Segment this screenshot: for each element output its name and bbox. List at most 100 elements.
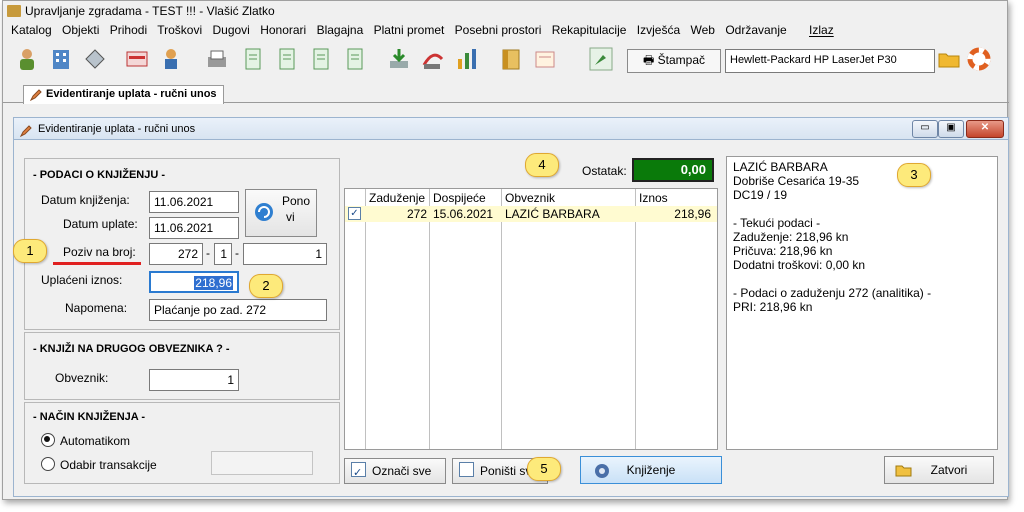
print-money-icon[interactable] (205, 47, 229, 71)
uplaceni-label: Uplaćeni iznos: (41, 273, 123, 287)
poziv-part-2[interactable]: 1 (214, 243, 232, 265)
uplaceni-iznos-value: 218,96 (194, 276, 233, 290)
napomena-input[interactable]: Plaćanje po zad. 272 (149, 299, 327, 321)
datum-knjizenja-label: Datum knjiženja: (41, 193, 130, 207)
printer-icon: 🖶 (642, 53, 655, 67)
app-window: Upravljanje zgradama - TEST !!! - Vlašić… (2, 0, 1009, 500)
ponovi-label-1: Pono (282, 194, 311, 208)
person-icon[interactable] (15, 47, 39, 71)
close-button[interactable]: ✕ (966, 120, 1004, 138)
menu-prihodi[interactable]: Prihodi (110, 23, 147, 37)
radio-odabir-label: Odabir transakcije (60, 458, 157, 472)
knjizenje-button[interactable]: Knjiženje (580, 456, 722, 484)
radio-odabir[interactable]: Odabir transakcije (41, 457, 157, 472)
maximize-button[interactable]: ▣ (938, 120, 964, 138)
table-row[interactable]: ✓ 272 15.06.2021 LAZIĆ BARBARA 218,96 (345, 206, 717, 222)
uplaceni-iznos-input[interactable]: 218,96 (149, 271, 239, 293)
menu-web[interactable]: Web (691, 23, 715, 37)
menu-posebni-prostori[interactable]: Posebni prostori (455, 23, 542, 37)
info-line: Dodatni troškovi: 0,00 kn (733, 258, 866, 272)
info-line: - Podaci o zaduženju 272 (analitika) - (733, 286, 932, 300)
oznaci-sve-label: Označi sve (372, 464, 432, 478)
menu-katalog[interactable]: Katalog (11, 23, 52, 37)
menu-rekapitulacije[interactable]: Rekapitulacije (552, 23, 627, 37)
cell-obveznik: LAZIĆ BARBARA (505, 207, 600, 221)
ponovi-label-2: vi (286, 210, 295, 224)
podaci-header: - PODACI O KNJIŽENJU - (33, 169, 166, 181)
document2-icon[interactable] (275, 47, 299, 71)
notebook-icon[interactable] (533, 47, 557, 71)
folder-open-icon (895, 461, 913, 488)
transfer-icon[interactable] (421, 47, 445, 71)
datum-knjizenja-input[interactable]: 11.06.2021 (149, 191, 239, 213)
col-line (365, 189, 366, 449)
form-title: Evidentiranje uplata - ručni unos (38, 123, 196, 135)
window-titlebar: Upravljanje zgradama - TEST !!! - Vlašić… (7, 3, 275, 19)
poziv-label: Poziv na broj: (63, 245, 136, 259)
menu-odrzavanje[interactable]: Održavanje (725, 23, 786, 37)
oznaci-sve-button[interactable]: ✓ Označi sve (344, 458, 446, 484)
minimize-button[interactable]: ▭ (912, 120, 938, 138)
info-line: Zaduženje: 218,96 kn (733, 230, 849, 244)
callout-4: 4 (525, 153, 559, 177)
info-line: Pričuva: 218,96 kn (733, 244, 833, 258)
menu-objekti[interactable]: Objekti (62, 23, 99, 37)
info-line: Dobriše Cesarića 19-35 (733, 174, 860, 188)
form-titlebar: Evidentiranje uplata - ručni unos ▭ ▣ ✕ (14, 118, 1008, 140)
menu-troskovi[interactable]: Troškovi (157, 23, 202, 37)
checkbox-checked-icon: ✓ (351, 462, 366, 479)
obveznik-input[interactable]: 1 (149, 369, 239, 391)
ponovi-button[interactable]: Pono vi (245, 189, 317, 237)
radio-automatikom[interactable]: Automatikom (41, 433, 130, 448)
chart-icon[interactable] (455, 47, 479, 71)
brush-icon[interactable] (589, 47, 613, 71)
form-window: Evidentiranje uplata - ručni unos ▭ ▣ ✕ … (13, 117, 1009, 497)
menu-izlaz[interactable]: Izlaz (809, 23, 834, 37)
menu-platni-promet[interactable]: Platni promet (374, 23, 445, 37)
row-checkbox[interactable]: ✓ (348, 207, 361, 220)
info-panel: LAZIĆ BARBARA Dobriše Cesarića 19-35 DC1… (726, 156, 998, 450)
menu-izvjesca[interactable]: Izvješća (637, 23, 680, 37)
menu-blagajna[interactable]: Blagajna (317, 23, 364, 37)
menu-dugovi[interactable]: Dugovi (212, 23, 249, 37)
folder-icon[interactable] (937, 47, 961, 71)
radio-automatikom-label: Automatikom (60, 434, 131, 448)
col-line (429, 189, 430, 449)
menu-honorari[interactable]: Honorari (260, 23, 306, 37)
stampac-label: Štampač (657, 53, 706, 67)
podaci-group: - PODACI O KNJIŽENJU - Datum knjiženja: … (24, 158, 340, 330)
document3-icon[interactable] (309, 47, 333, 71)
callout-1: 1 (13, 239, 47, 263)
ostatak-value: 0,00 (632, 158, 714, 182)
binder-icon[interactable] (499, 47, 523, 71)
download-icon[interactable] (387, 47, 411, 71)
col-line (501, 189, 502, 449)
checkbox-empty-icon (459, 462, 474, 477)
zaduzenja-table: Zaduženje Dospijeće Obveznik Iznos ✓ 272… (344, 188, 718, 450)
radio-off-icon (41, 457, 55, 471)
card-icon[interactable] (125, 47, 149, 71)
tag-icon[interactable] (83, 47, 107, 71)
refresh-icon (254, 202, 274, 230)
radio-on-icon (41, 433, 55, 447)
worker-icon[interactable] (159, 47, 183, 71)
building-toolbar-icon[interactable] (49, 47, 73, 71)
transakcija-input[interactable] (211, 451, 313, 475)
drugi-obveznik-group: - KNJIŽI NA DRUGOG OBVEZNIKA ? - Obvezni… (24, 332, 340, 400)
cell-dospijece: 15.06.2021 (433, 207, 494, 221)
printer-select[interactable]: Hewlett-Packard HP LaserJet P30 (725, 49, 935, 73)
gear-icon (593, 462, 611, 489)
tab-evidentiranje[interactable]: Evidentiranje uplata - ručni unos (23, 85, 224, 104)
building-icon (7, 5, 21, 17)
document1-icon[interactable] (241, 47, 265, 71)
zatvori-button[interactable]: Zatvori (884, 456, 994, 484)
cell-iznos: 218,96 (674, 207, 711, 221)
document4-icon[interactable] (343, 47, 367, 71)
poziv-part-3[interactable]: 1 (243, 243, 327, 265)
poziv-part-1[interactable]: 272 (149, 243, 203, 265)
help-lifebuoy-icon[interactable] (967, 47, 991, 71)
info-line: DC19 / 19 (733, 188, 788, 202)
datum-uplate-input[interactable]: 11.06.2021 (149, 217, 239, 239)
stampac-button[interactable]: 🖶 Štampač (627, 49, 721, 73)
